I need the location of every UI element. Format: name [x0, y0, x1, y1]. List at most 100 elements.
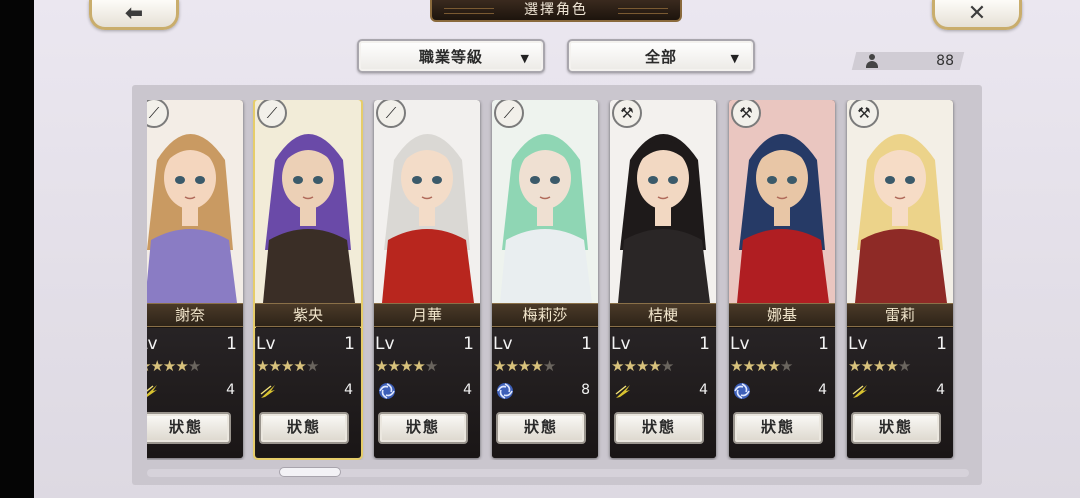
star-filled-icon: ★	[885, 357, 898, 375]
scrollbar-track[interactable]	[147, 469, 969, 477]
wind-icon	[259, 382, 277, 400]
star-filled-icon: ★	[175, 357, 188, 375]
star-filled-icon: ★	[162, 357, 176, 375]
status-button[interactable]: 狀態	[147, 412, 231, 444]
star-filled-icon: ★	[387, 357, 400, 375]
character-count: 88	[936, 53, 954, 69]
star-filled-icon: ★	[256, 357, 269, 375]
character-select-screen: ⬅ 選擇角色 ✕ 職業等級 ▼ 全部 ▼ 88 ⟋ 謝奈 Lv 1	[34, 0, 1080, 498]
element-row: 4	[729, 380, 835, 402]
character-info: Lv 1 ★★★★★ 4 狀態	[729, 328, 835, 458]
level-label: Lv	[848, 334, 868, 354]
star-empty-icon: ★	[424, 357, 438, 375]
close-button[interactable]: ✕	[932, 0, 1022, 30]
chevron-down-icon: ▼	[520, 52, 529, 65]
level-row: Lv 1	[374, 334, 480, 354]
level-value: 1	[463, 334, 474, 354]
level-label: Lv	[375, 334, 395, 354]
page-title: 選擇角色	[430, 0, 682, 22]
character-name: 娜基	[729, 303, 835, 327]
character-name: 紫央	[255, 303, 361, 327]
level-row: Lv 1	[610, 334, 716, 354]
element-value: 4	[344, 382, 353, 398]
character-card-1[interactable]: ⟋ 謝奈 Lv 1 ★★★★★ 4 狀態	[147, 100, 243, 458]
level-row: Lv 1	[729, 334, 835, 354]
job-level-dropdown-label: 職業等級	[418, 47, 483, 66]
back-arrow-icon: ⬅	[124, 0, 144, 26]
element-row: 4	[847, 380, 953, 402]
star-empty-icon: ★	[660, 357, 674, 375]
character-info: Lv 1 ★★★★★ 4 狀態	[255, 328, 361, 458]
level-row: Lv 1	[492, 334, 598, 354]
wind-icon	[851, 382, 869, 400]
star-rating: ★★★★★	[730, 357, 793, 375]
character-info: Lv 1 ★★★★★ 4 狀態	[374, 328, 480, 458]
star-rating: ★★★★★	[493, 357, 556, 375]
vortex-icon	[733, 382, 751, 400]
character-card-6[interactable]: ⚒ 娜基 Lv 1 ★★★★★ 4 狀態	[729, 100, 835, 458]
character-name: 謝奈	[147, 303, 243, 327]
category-dropdown-label: 全部	[644, 47, 677, 66]
star-filled-icon: ★	[611, 357, 624, 375]
status-button[interactable]: 狀態	[851, 412, 941, 444]
category-dropdown[interactable]: 全部 ▼	[567, 39, 755, 73]
star-filled-icon: ★	[860, 357, 873, 375]
star-filled-icon: ★	[872, 357, 886, 375]
star-filled-icon: ★	[848, 357, 861, 375]
level-label: Lv	[493, 334, 513, 354]
star-filled-icon: ★	[648, 357, 661, 375]
star-empty-icon: ★	[542, 357, 556, 375]
status-button[interactable]: 狀態	[378, 412, 468, 444]
character-portrait	[847, 100, 953, 303]
character-card-5[interactable]: ⚒ 桔梗 Lv 1 ★★★★★ 4 狀態	[610, 100, 716, 458]
character-card-2[interactable]: ⟋ 紫央 Lv 1 ★★★★★ 4 狀態	[253, 100, 363, 460]
character-portrait	[729, 100, 835, 303]
element-value: 4	[936, 382, 945, 398]
level-value: 1	[344, 334, 355, 354]
character-name: 梅莉莎	[492, 303, 598, 327]
level-label: Lv	[611, 334, 631, 354]
character-info: Lv 1 ★★★★★ 4 狀態	[147, 328, 243, 458]
star-rating: ★★★★★	[256, 357, 319, 375]
star-empty-icon: ★	[187, 357, 201, 375]
star-filled-icon: ★	[412, 357, 425, 375]
back-button[interactable]: ⬅	[89, 0, 179, 30]
wind-icon	[147, 382, 159, 400]
star-filled-icon: ★	[623, 357, 636, 375]
job-level-dropdown[interactable]: 職業等級 ▼	[357, 39, 545, 73]
level-label: Lv	[147, 334, 158, 354]
character-portrait	[255, 100, 361, 303]
character-info: Lv 1 ★★★★★ 8 狀態	[492, 328, 598, 458]
star-filled-icon: ★	[517, 357, 531, 375]
star-filled-icon: ★	[150, 357, 163, 375]
level-row: Lv 1	[255, 334, 361, 354]
character-card-7[interactable]: ⚒ 雷莉 Lv 1 ★★★★★ 4 狀態	[847, 100, 953, 458]
star-rating: ★★★★★	[848, 357, 911, 375]
status-button[interactable]: 狀態	[614, 412, 704, 444]
character-info: Lv 1 ★★★★★ 4 狀態	[610, 328, 716, 458]
star-rating: ★★★★★	[611, 357, 674, 375]
person-icon	[865, 54, 879, 68]
character-name: 雷莉	[847, 303, 953, 327]
level-value: 1	[936, 334, 947, 354]
character-list[interactable]: ⟋ 謝奈 Lv 1 ★★★★★ 4 狀態 ⟋ 紫央	[147, 100, 975, 460]
status-button[interactable]: 狀態	[733, 412, 823, 444]
character-card-4[interactable]: ⟋ 梅莉莎 Lv 1 ★★★★★ 8 狀態	[492, 100, 598, 458]
character-portrait	[374, 100, 480, 303]
scrollbar-thumb[interactable]	[279, 467, 341, 477]
star-filled-icon: ★	[742, 357, 755, 375]
level-value: 1	[818, 334, 829, 354]
character-portrait	[492, 100, 598, 303]
star-empty-icon: ★	[779, 357, 793, 375]
character-name: 桔梗	[610, 303, 716, 327]
element-row: 4	[610, 380, 716, 402]
star-empty-icon: ★	[897, 357, 911, 375]
level-value: 1	[226, 334, 237, 354]
level-row: Lv 1	[147, 334, 243, 354]
level-row: Lv 1	[847, 334, 953, 354]
chevron-down-icon: ▼	[730, 52, 739, 65]
character-card-3[interactable]: ⟋ 月華 Lv 1 ★★★★★ 4 狀態	[374, 100, 480, 458]
status-button[interactable]: 狀態	[259, 412, 349, 444]
star-filled-icon: ★	[280, 357, 294, 375]
status-button[interactable]: 狀態	[496, 412, 586, 444]
